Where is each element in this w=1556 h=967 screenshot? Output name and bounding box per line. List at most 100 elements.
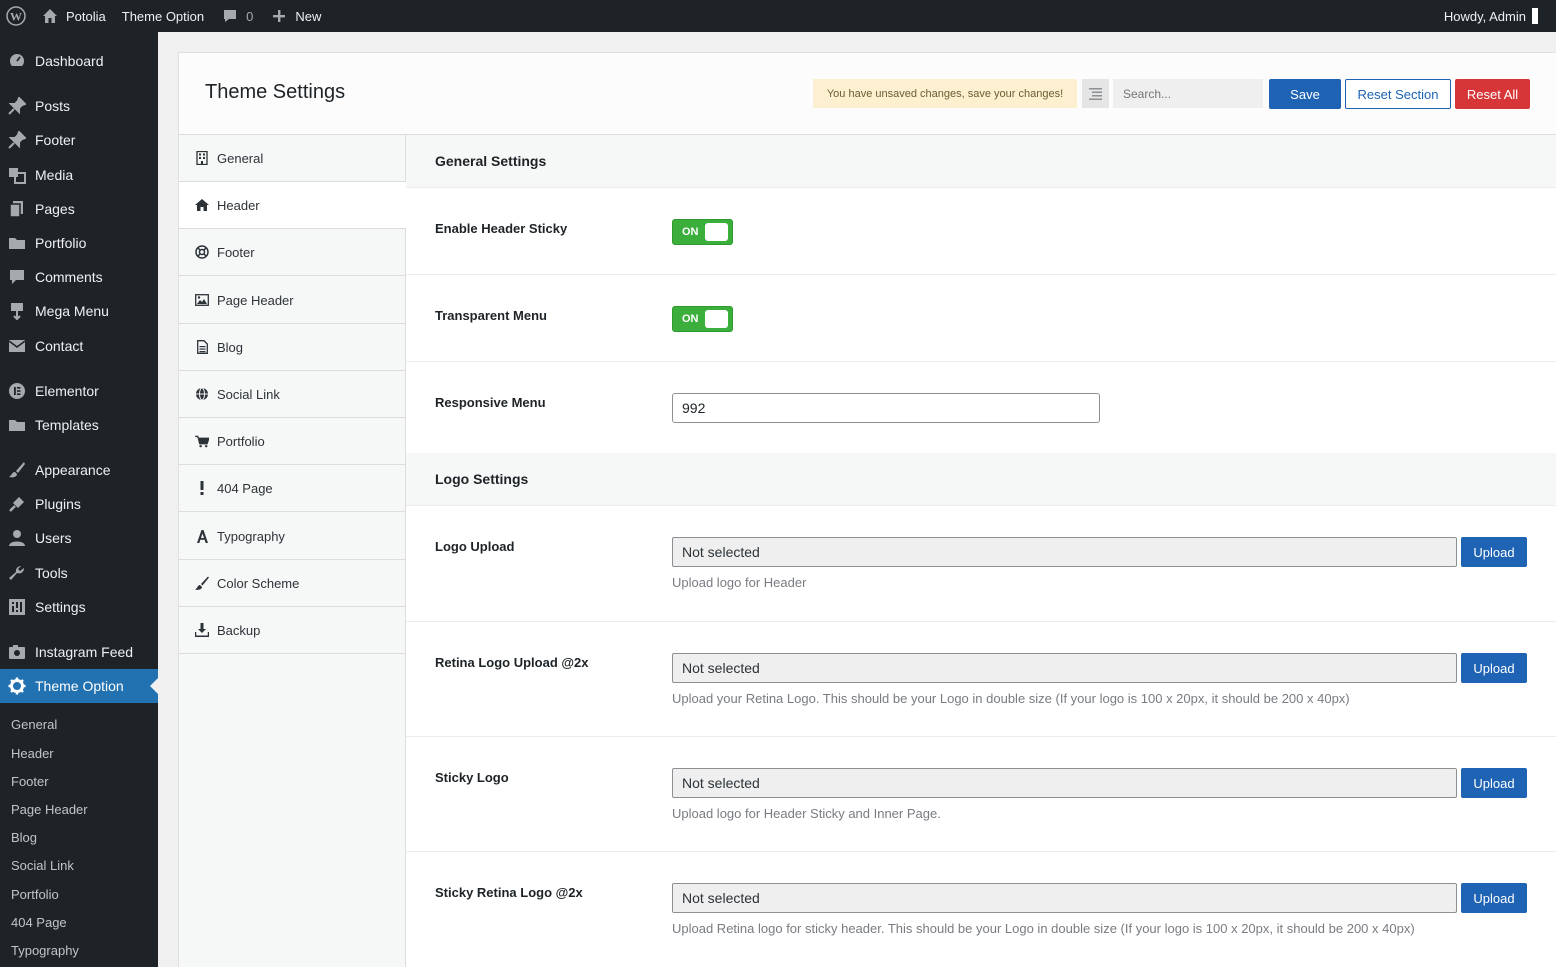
sidebar-item-footer[interactable]: Footer [0, 123, 158, 157]
field-label: Sticky Logo [435, 770, 509, 785]
transparent-menu-toggle[interactable]: ON [672, 306, 733, 332]
sidebar-item-label: Tools [35, 565, 68, 581]
gear-icon [8, 677, 26, 695]
responsive-menu-input[interactable] [672, 393, 1100, 423]
sidebar-item-contact[interactable]: Contact [0, 329, 158, 363]
sidebar-item-templates[interactable]: Templates [0, 408, 158, 442]
sidebar-item-label: Plugins [35, 496, 81, 512]
tab-typography[interactable]: Typography [179, 513, 405, 560]
sidebar-item-label: Appearance [35, 462, 111, 478]
tab-header[interactable]: Header [179, 182, 406, 229]
wrench-icon [8, 564, 26, 582]
settings-tabs: General Header Footer Page Header Blog S… [179, 135, 406, 967]
tab-color-scheme[interactable]: Color Scheme [179, 560, 405, 607]
tab-blog[interactable]: Blog [179, 324, 405, 371]
expand-options-button[interactable] [1082, 79, 1109, 108]
panel-header: Theme Settings You have unsaved changes,… [179, 53, 1556, 135]
my-account-link[interactable]: Howdy, Admin [1436, 0, 1546, 32]
tab-page-header[interactable]: Page Header [179, 277, 405, 324]
field-row-sticky-retina-logo: Sticky Retina Logo @2x Not selected Uplo… [406, 852, 1556, 967]
font-icon [195, 529, 209, 543]
site-name: Potolia [66, 8, 106, 24]
tab-label: Header [217, 197, 260, 213]
tab-backup[interactable]: Backup [179, 607, 405, 654]
sidebar-item-dashboard[interactable]: Dashboard [0, 44, 158, 78]
sidebar-item-tools[interactable]: Tools [0, 556, 158, 590]
sticky-retina-logo-upload-button[interactable]: Upload [1461, 883, 1527, 913]
submenu-item-blog[interactable]: Blog [0, 823, 158, 851]
submenu-item-header[interactable]: Header [0, 739, 158, 767]
tab-label: Blog [217, 339, 244, 355]
sidebar-item-label: Contact [35, 338, 84, 354]
field-description: Upload logo for Header Sticky and Inner … [672, 806, 941, 821]
submenu-item-social-link[interactable]: Social Link [0, 851, 158, 879]
sticky-logo-upload-button[interactable]: Upload [1461, 768, 1527, 798]
sidebar-item-label: Templates [35, 417, 99, 433]
sidebar-item-appearance[interactable]: Appearance [0, 453, 158, 487]
logo-upload-field[interactable]: Not selected [672, 537, 1457, 567]
sidebar-item-pages[interactable]: Pages [0, 192, 158, 226]
sidebar-item-comments[interactable]: Comments [0, 260, 158, 294]
sidebar-item-label: Posts [35, 98, 71, 114]
comment-icon [8, 268, 26, 286]
retina-logo-upload-button[interactable]: Upload [1461, 653, 1527, 683]
sidebar-item-theme-option[interactable]: Theme Option [0, 669, 158, 703]
retina-logo-upload-field[interactable]: Not selected [672, 653, 1457, 683]
theme-option-link[interactable]: Theme Option [114, 0, 212, 32]
wordpress-logo-icon: W [6, 6, 26, 26]
field-label: Logo Upload [435, 539, 515, 554]
field-description: Upload logo for Header [672, 575, 807, 590]
sidebar-item-mega-menu[interactable]: Mega Menu [0, 294, 158, 328]
tab-general[interactable]: General [179, 135, 405, 182]
tab-label: Backup [217, 622, 261, 638]
sidebar-item-media[interactable]: Media [0, 158, 158, 192]
save-button[interactable]: Save [1269, 79, 1341, 109]
sidebar-item-label: Footer [35, 132, 76, 148]
logo-upload-button[interactable]: Upload [1461, 537, 1527, 567]
sidebar-item-label: Pages [35, 201, 75, 217]
tab-portfolio[interactable]: Portfolio [179, 418, 405, 465]
section-heading-logo: Logo Settings [406, 453, 1556, 506]
sidebar-item-label: Theme Option [35, 678, 124, 694]
reset-all-button[interactable]: Reset All [1455, 79, 1530, 109]
sidebar-item-plugins[interactable]: Plugins [0, 487, 158, 521]
search-input[interactable] [1113, 79, 1263, 108]
sticky-logo-upload-field[interactable]: Not selected [672, 768, 1457, 798]
submenu-item-page-header[interactable]: Page Header [0, 795, 158, 823]
new-content-link[interactable]: New [261, 0, 329, 32]
toggle-knob [705, 310, 728, 328]
comment-icon [220, 6, 240, 26]
sidebar-item-elementor[interactable]: Elementor [0, 374, 158, 408]
sidebar-item-label: Comments [35, 269, 103, 285]
sidebar-item-posts[interactable]: Posts [0, 89, 158, 123]
sidebar-item-instagram-feed[interactable]: Instagram Feed [0, 635, 158, 669]
submenu-item-404-page[interactable]: 404 Page [0, 908, 158, 936]
sidebar-item-label: Users [35, 530, 72, 546]
mail-icon [8, 337, 26, 355]
tab-social-link[interactable]: Social Link [179, 371, 405, 418]
submenu-item-footer[interactable]: Footer [0, 767, 158, 795]
reset-section-button[interactable]: Reset Section [1345, 79, 1451, 109]
submenu-item-typography[interactable]: Typography [0, 936, 158, 964]
field-description: Upload Retina logo for sticky header. Th… [672, 921, 1415, 936]
dashboard-icon [8, 52, 26, 70]
tab-404-page[interactable]: 404 Page [179, 465, 405, 512]
sidebar-item-settings[interactable]: Settings [0, 590, 158, 624]
tab-footer[interactable]: Footer [179, 229, 405, 276]
list-icon [1089, 87, 1102, 100]
sidebar-item-label: Mega Menu [35, 303, 109, 319]
site-name-link[interactable]: Potolia [32, 0, 114, 32]
tab-label: Color Scheme [217, 575, 300, 591]
field-row-responsive-menu: Responsive Menu [406, 362, 1556, 453]
submenu-item-general[interactable]: General [0, 710, 158, 738]
wordpress-logo-button[interactable]: W [0, 0, 32, 32]
comments-link[interactable]: 0 [212, 0, 261, 32]
theme-option-label: Theme Option [121, 8, 205, 24]
sidebar-item-users[interactable]: Users [0, 521, 158, 555]
submenu-item-portfolio[interactable]: Portfolio [0, 880, 158, 908]
sticky-retina-logo-upload-field[interactable]: Not selected [672, 883, 1457, 913]
image-icon [195, 293, 209, 307]
enable-header-sticky-toggle[interactable]: ON [672, 219, 733, 245]
sidebar-item-portfolio[interactable]: Portfolio [0, 226, 158, 260]
elementor-icon [8, 382, 26, 400]
